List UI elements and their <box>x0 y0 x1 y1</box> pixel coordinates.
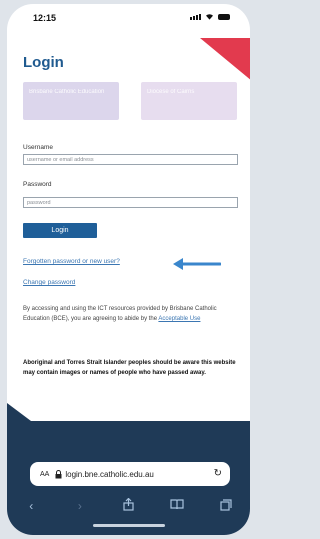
url-text: login.bne.catholic.edu.au <box>65 469 154 479</box>
cairns-logo: Diocese of Cairns <box>141 82 237 120</box>
battery-icon <box>218 14 230 20</box>
forward-icon[interactable]: › <box>70 499 90 513</box>
login-button[interactable]: Login <box>23 223 97 238</box>
password-input[interactable] <box>23 197 238 208</box>
bce-logo: Brisbane Catholic Education <box>23 82 119 120</box>
status-time: 12:15 <box>33 13 57 23</box>
reload-icon[interactable]: ↻ <box>214 468 222 479</box>
red-corner-decoration <box>200 38 250 86</box>
lock-icon <box>55 469 62 478</box>
address-bar[interactable]: AA login.bne.catholic.edu.au ↻ <box>30 462 230 486</box>
share-icon[interactable] <box>118 497 138 514</box>
arrow-icon <box>173 258 221 270</box>
home-indicator <box>93 524 165 527</box>
acceptable-use-notice: By accessing and using the ICT resources… <box>23 304 238 324</box>
browser-toolbar: ‹ › <box>7 496 250 516</box>
status-icons <box>190 13 230 20</box>
bce-logo-text: Brisbane Catholic Education <box>29 89 105 95</box>
password-label: Password <box>23 181 52 188</box>
back-icon[interactable]: ‹ <box>21 499 41 513</box>
page-title: Login <box>23 54 64 71</box>
reader-aa-button[interactable]: AA <box>40 471 49 478</box>
change-password-link[interactable]: Change password <box>23 279 75 286</box>
username-label: Username <box>23 144 53 151</box>
status-bar: 12:15 <box>7 4 250 32</box>
tabs-icon[interactable] <box>216 498 236 514</box>
phone-screen: 12:15 Login Brisbane Catholic Education … <box>7 4 250 535</box>
username-input[interactable] <box>23 154 238 165</box>
bookmarks-icon[interactable] <box>167 499 187 513</box>
signal-icon <box>190 14 201 20</box>
acceptable-use-link[interactable]: Acceptable Use <box>158 316 200 322</box>
cairns-logo-text: Diocese of Cairns <box>147 89 195 95</box>
cultural-warning: Aboriginal and Torres Strait Islander pe… <box>23 360 236 376</box>
wifi-icon <box>206 14 213 20</box>
forgotten-password-link[interactable]: Forgotten password or new user? <box>23 258 120 265</box>
